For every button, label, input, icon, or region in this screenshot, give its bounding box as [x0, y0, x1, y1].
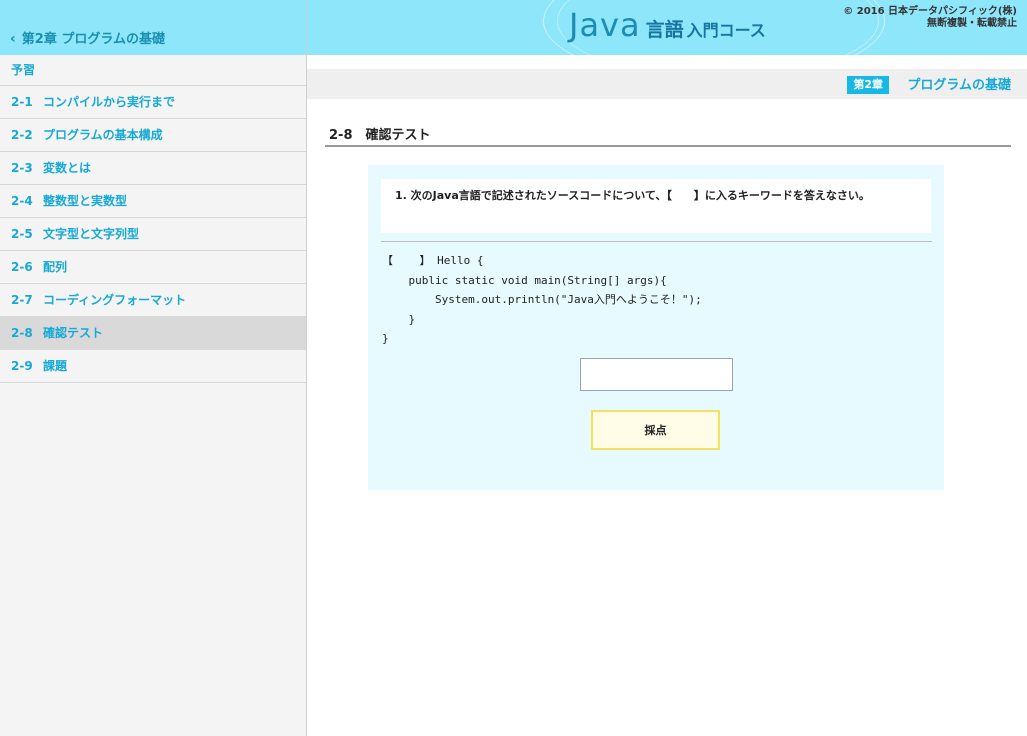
- code-line: public static void main(String[] args){: [382, 273, 667, 287]
- sidebar-item-num: 2-7: [11, 293, 33, 307]
- code-line: }: [382, 312, 416, 326]
- sidebar-item-2-6[interactable]: 2-6 配列: [0, 251, 306, 284]
- sidebar-item-label: 変数とは: [43, 161, 92, 175]
- sidebar-item-label: コンパイルから実行まで: [43, 95, 176, 109]
- sidebar-item-label: コーディングフォーマット: [43, 293, 187, 307]
- grade-button[interactable]: 採点: [591, 410, 720, 450]
- logo-course-text: 入門コース: [686, 21, 766, 40]
- code-block: 【 】 Hello { public static void main(Stri…: [382, 251, 702, 349]
- code-line: System.out.println("Java入門へようこそ！");: [382, 293, 702, 306]
- copyright-line: © 2016 日本データパシフィック(株): [843, 6, 1017, 17]
- sidebar-item-2-8[interactable]: 2-8 確認テスト: [0, 317, 306, 350]
- sidebar-item-2-3[interactable]: 2-3 変数とは: [0, 152, 306, 185]
- answer-input[interactable]: [580, 358, 733, 391]
- sidebar-item-label: プログラムの基本構成: [43, 128, 163, 142]
- sidebar-item-2-7[interactable]: 2-7 コーディングフォーマット: [0, 284, 306, 317]
- chapter-band: 第2章 プログラムの基礎: [307, 69, 1027, 99]
- copyright-line: 無断複製・転載禁止: [927, 18, 1017, 29]
- sidebar: ‹ 第2章 プログラムの基礎 予習 2-1 コンパイルから実行まで 2-2 プログラ…: [0, 0, 307, 736]
- sidebar-item-num: 2-8: [11, 326, 33, 340]
- sidebar-item-num: 2-5: [11, 227, 33, 241]
- sidebar-item-2-2[interactable]: 2-2 プログラムの基本構成: [0, 119, 306, 152]
- header-banner: Java 言語 入門コース © 2016 日本データパシフィック(株) 無断複製…: [307, 0, 1027, 55]
- page-title: 2-8 確認テスト: [325, 117, 1011, 147]
- code-line: }: [382, 332, 389, 345]
- logo-lang-text: 言語: [645, 19, 684, 41]
- divider: [381, 241, 932, 242]
- sidebar-item-2-9[interactable]: 2-9 課題: [0, 350, 306, 383]
- sidebar-item-num: 2-6: [11, 260, 33, 274]
- chapter-badge: 第2章: [847, 76, 889, 94]
- sidebar-item-label: 文字型と文字列型: [43, 227, 140, 241]
- code-line: 【 】 Hello {: [382, 254, 484, 267]
- sidebar-item-2-4[interactable]: 2-4 整数型と実数型: [0, 185, 306, 218]
- sidebar-item-2-1[interactable]: 2-1 コンパイルから実行まで: [0, 86, 306, 119]
- sidebar-item-2-5[interactable]: 2-5 文字型と文字列型: [0, 218, 306, 251]
- sidebar-item-num: 2-2: [11, 128, 33, 142]
- sidebar-item-num: 2-9: [11, 359, 33, 373]
- chapter-menu: 予習 2-1 コンパイルから実行まで 2-2 プログラムの基本構成 2-3 変数とは …: [0, 55, 306, 383]
- sidebar-item-label: 整数型と実数型: [43, 194, 128, 208]
- sidebar-item-label: 予習: [11, 63, 36, 77]
- sidebar-item-label: 確認テスト: [43, 326, 104, 340]
- sidebar-item-num: 2-3: [11, 161, 33, 175]
- quiz-panel: 1. 次のJava言語で記述されたソースコードについて、【 】に入るキーワードを…: [368, 165, 944, 490]
- sidebar-back-link[interactable]: ‹ 第2章 プログラムの基礎: [0, 0, 306, 55]
- question-text: 1. 次のJava言語で記述されたソースコードについて、【 】に入るキーワードを…: [381, 179, 931, 233]
- chapter-title: プログラムの基礎: [907, 78, 1011, 93]
- sidebar-item-preview[interactable]: 予習: [0, 55, 306, 86]
- sidebar-item-label: 配列: [43, 260, 68, 274]
- sidebar-item-num: 2-1: [11, 95, 33, 109]
- sidebar-item-label: 課題: [43, 359, 68, 373]
- chevron-left-icon: ‹: [10, 31, 16, 47]
- sidebar-back-label: 第2章 プログラムの基礎: [21, 32, 165, 47]
- logo-java-text: Java: [569, 6, 641, 44]
- copyright-notice: © 2016 日本データパシフィック(株) 無断複製・転載禁止: [843, 6, 1017, 30]
- sidebar-item-num: 2-4: [11, 194, 33, 208]
- course-logo: Java 言語 入門コース: [569, 6, 766, 44]
